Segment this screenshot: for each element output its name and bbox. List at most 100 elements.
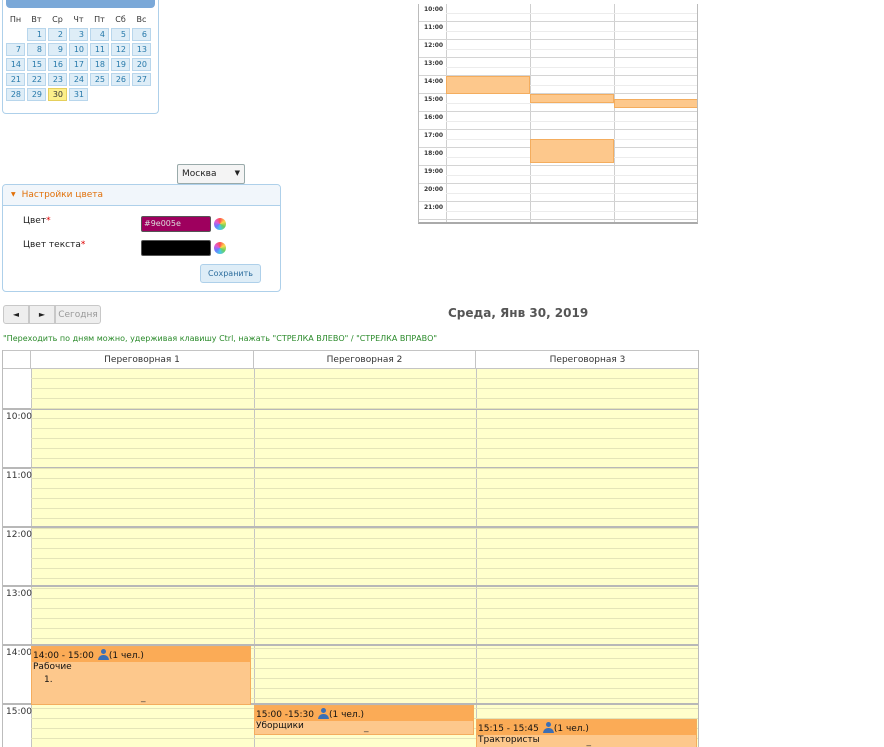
overview-half-line bbox=[446, 121, 697, 122]
weekday-label: Сб bbox=[115, 14, 126, 24]
slot-divider bbox=[31, 638, 698, 639]
calendar-day[interactable]: 9 bbox=[48, 43, 67, 56]
calendar-day[interactable]: 14 bbox=[6, 58, 25, 71]
calendar-day[interactable]: 19 bbox=[111, 58, 130, 71]
calendar-day[interactable]: 23 bbox=[48, 73, 67, 86]
calendar-day[interactable]: 31 bbox=[69, 88, 88, 101]
event-block[interactable]: 15:15 - 15:45 (1 чел.) Трактористы _ bbox=[476, 719, 697, 747]
calendar-day-today[interactable]: 30 bbox=[48, 88, 67, 101]
today-button[interactable]: Сегодня bbox=[55, 305, 101, 324]
overview-half-line bbox=[446, 13, 697, 14]
next-day-button[interactable]: ► bbox=[29, 305, 55, 324]
calendar-day[interactable]: 18 bbox=[90, 58, 109, 71]
overview-time-label: 12:00 bbox=[424, 42, 444, 49]
user-icon bbox=[317, 708, 329, 719]
resize-handle[interactable]: _ bbox=[364, 723, 369, 733]
calendar-day[interactable]: 11 bbox=[90, 43, 109, 56]
color-settings-title: Настройки цвета bbox=[21, 190, 104, 200]
overview-time-label: 14:00 bbox=[424, 78, 444, 85]
overview-event[interactable] bbox=[530, 94, 614, 103]
overview-half-line bbox=[446, 67, 697, 68]
calendar-day[interactable]: 22 bbox=[27, 73, 46, 86]
resize-handle[interactable]: _ bbox=[587, 737, 592, 747]
calendar-day-empty bbox=[6, 28, 25, 41]
overview-half-line bbox=[446, 211, 697, 212]
event-time: 14:00 - 15:00 bbox=[33, 651, 94, 661]
text-color-field[interactable]: #000000 bbox=[141, 240, 211, 256]
time-label: 12:00 bbox=[6, 530, 32, 540]
calendar-day[interactable]: 2 bbox=[48, 28, 67, 41]
user-icon bbox=[542, 722, 554, 733]
day-title: Среда, Янв 30, 2019 bbox=[448, 306, 589, 320]
calendar-day[interactable]: 3 bbox=[69, 28, 88, 41]
overview-event[interactable] bbox=[530, 139, 614, 163]
slot-divider bbox=[31, 608, 698, 609]
calendar-day[interactable]: 24 bbox=[69, 73, 88, 86]
weekday-label: Пн bbox=[9, 14, 22, 24]
calendar-day-empty bbox=[111, 88, 130, 101]
time-label: 14:00 bbox=[6, 648, 32, 658]
event-block[interactable]: 15:00 -15:30 (1 чел.) Уборщики _ bbox=[254, 705, 474, 735]
slot-divider bbox=[31, 418, 698, 419]
overview-event[interactable] bbox=[446, 76, 530, 94]
calendar-day[interactable]: 1 bbox=[27, 28, 46, 41]
resize-handle[interactable]: _ bbox=[141, 693, 146, 703]
calendar-day[interactable]: 13 bbox=[132, 43, 151, 56]
slot-divider bbox=[31, 508, 698, 509]
slot-divider bbox=[31, 628, 698, 629]
text-color-label: Цвет текста* bbox=[23, 240, 85, 250]
calendar-day[interactable]: 28 bbox=[6, 88, 25, 101]
calendar-day[interactable]: 20 bbox=[132, 58, 151, 71]
calendar-day[interactable]: 10 bbox=[69, 43, 88, 56]
text-color-picker-icon[interactable] bbox=[214, 242, 226, 254]
slot-divider bbox=[31, 578, 698, 579]
slot-divider bbox=[31, 528, 698, 529]
event-time: 15:00 -15:30 bbox=[256, 710, 314, 720]
overview-time-label: 10:00 bbox=[424, 6, 444, 13]
weekday-label: Ср bbox=[52, 14, 63, 24]
calendar-day[interactable]: 16 bbox=[48, 58, 67, 71]
day-schedule-grid: Переговорная 1 Переговорная 2 Переговорн… bbox=[2, 350, 699, 747]
resource-header: Переговорная 2 bbox=[254, 350, 476, 369]
event-people: (1 чел.) bbox=[553, 724, 589, 734]
calendar-day[interactable]: 17 bbox=[69, 58, 88, 71]
color-settings-header[interactable]: ▼ Настройки цвета bbox=[3, 185, 280, 206]
day-overview-grid: 10:00 11:00 12:00 13:00 14:00 15:00 16:00 17:00… bbox=[418, 4, 698, 224]
color-field[interactable]: #9e005e bbox=[141, 216, 211, 232]
slot-divider bbox=[31, 468, 698, 469]
slot-divider bbox=[31, 428, 698, 429]
calendar-day[interactable]: 6 bbox=[132, 28, 151, 41]
overview-time-label: 21:00 bbox=[424, 204, 444, 211]
weekday-label: Чт bbox=[73, 14, 84, 24]
calendar-day[interactable]: 4 bbox=[90, 28, 109, 41]
calendar-day[interactable]: 8 bbox=[27, 43, 46, 56]
hour-divider bbox=[3, 585, 698, 587]
collapse-triangle-icon: ▼ bbox=[11, 191, 16, 198]
calendar-day[interactable]: 21 bbox=[6, 73, 25, 86]
event-header: 15:00 -15:30 (1 чел.) bbox=[255, 706, 473, 721]
event-block[interactable]: 14:00 - 15:00 (1 чел.) Рабочие 1. _ bbox=[31, 646, 251, 705]
overview-event[interactable] bbox=[614, 99, 697, 108]
calendar-day[interactable]: 12 bbox=[111, 43, 130, 56]
calendar-day[interactable]: 5 bbox=[111, 28, 130, 41]
slot-divider bbox=[31, 388, 698, 389]
color-picker-icon[interactable] bbox=[214, 218, 226, 230]
calendar-day[interactable]: 26 bbox=[111, 73, 130, 86]
calendar-day[interactable]: 25 bbox=[90, 73, 109, 86]
city-select[interactable]: Москва ▼ bbox=[177, 164, 245, 184]
event-people: (1 чел.) bbox=[108, 651, 144, 661]
calendar-day[interactable]: 7 bbox=[6, 43, 25, 56]
calendar-day[interactable]: 15 bbox=[27, 58, 46, 71]
overview-half-line bbox=[446, 175, 697, 176]
overview-time-label: 20:00 bbox=[424, 186, 444, 193]
slot-divider bbox=[31, 438, 698, 439]
prev-day-button[interactable]: ◄ bbox=[3, 305, 29, 324]
slot-divider bbox=[31, 538, 698, 539]
slot-divider bbox=[31, 568, 698, 569]
calendar-day[interactable]: 29 bbox=[27, 88, 46, 101]
calendar-day[interactable]: 27 bbox=[132, 73, 151, 86]
save-button[interactable]: Сохранить bbox=[200, 264, 261, 283]
event-header: 15:15 - 15:45 (1 чел.) bbox=[477, 720, 696, 735]
slot-divider bbox=[31, 518, 698, 519]
time-label: 10:00 bbox=[6, 412, 32, 422]
